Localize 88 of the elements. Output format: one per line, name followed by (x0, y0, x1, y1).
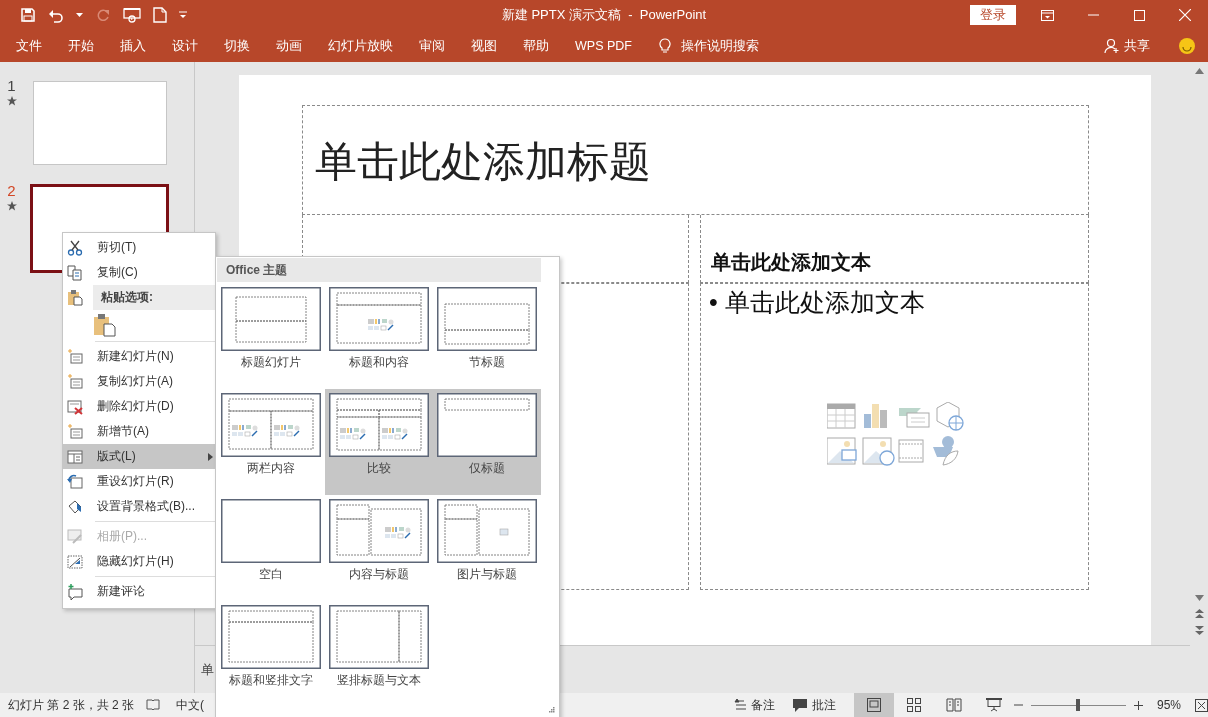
star-icon (6, 96, 17, 106)
normal-view-button[interactable] (853, 693, 894, 717)
lightbulb-icon[interactable] (658, 38, 671, 54)
heading-placeholder-text: 单击此处添加文本 (711, 250, 871, 275)
login-button[interactable]: 登录 (970, 5, 1016, 25)
submenu-arrow-icon (208, 452, 213, 461)
ribbon-tab[interactable]: 审阅 (406, 30, 458, 62)
slideshow-icon[interactable] (123, 7, 141, 23)
fit-to-window-icon[interactable] (1195, 698, 1208, 712)
menu-item[interactable]: 删除幻灯片(D) (63, 394, 219, 419)
normal-view-icon (866, 698, 881, 712)
window-title: 新建 PPTX 演示文稿 - PowerPoint (501, 6, 707, 24)
menu-item[interactable]: 复制(C) (63, 260, 219, 285)
ribbon-tab[interactable]: 视图 (458, 30, 510, 62)
new-document-icon[interactable] (153, 7, 167, 23)
grid-view-icon (906, 698, 921, 712)
layout-option[interactable]: 比较 (325, 389, 433, 495)
spelling-check-icon[interactable] (146, 698, 161, 712)
caret-icon[interactable] (76, 12, 83, 18)
title-placeholder[interactable]: 单击此处添加标题 (302, 105, 1089, 215)
gallery-heading: Office 主题 (217, 258, 541, 282)
save-icon[interactable] (20, 7, 36, 23)
person-add-icon (1104, 38, 1120, 54)
heading-placeholder[interactable]: 单击此处添加文本 (700, 215, 1089, 283)
minimize-icon (1087, 14, 1099, 16)
resize-grip-icon[interactable] (549, 707, 555, 713)
slide-number: 2 (7, 182, 16, 199)
ribbon-tab[interactable]: 帮助 (510, 30, 562, 62)
menu-item[interactable]: 重设幻灯片(R) (63, 469, 219, 494)
bullet-text: • 单击此处添加文本 (709, 288, 925, 316)
notes-button[interactable]: 备注 (733, 696, 775, 714)
ribbon-tab[interactable]: 插入 (107, 30, 159, 62)
title-placeholder-text: 单击此处添加标题 (315, 137, 651, 187)
paste-keep-formatting-icon[interactable] (93, 312, 117, 337)
paste-options-heading: 粘贴选项: (93, 285, 215, 310)
hide-slide-icon (67, 553, 83, 570)
tell-me-search[interactable]: 操作说明搜索 (680, 37, 759, 55)
comments-button[interactable]: 批注 (792, 696, 836, 714)
comment-icon (792, 698, 807, 712)
reset-slide-icon (67, 473, 83, 490)
scroll-down-icon[interactable] (1194, 595, 1204, 601)
notes-icon (733, 699, 746, 711)
star-icon (6, 201, 17, 211)
share-button[interactable]: 共享 (1104, 37, 1150, 55)
maximize-icon (1133, 9, 1145, 21)
layout-icon (67, 448, 83, 465)
section-icon (67, 423, 83, 440)
ribbon-tab[interactable]: 切换 (211, 30, 263, 62)
duplicate-slide-icon (67, 373, 83, 390)
scissors-icon (67, 239, 83, 256)
projector-screen-icon (985, 698, 1002, 712)
ribbon-tab[interactable]: 幻灯片放映 (315, 30, 406, 62)
ribbon-tab[interactable]: 动画 (263, 30, 315, 62)
menu-item[interactable]: 复制幻灯片(A) (63, 369, 219, 394)
smiley-icon[interactable] (1178, 37, 1196, 55)
menu-item[interactable]: 新增节(A) (63, 419, 219, 444)
zoom-percentage[interactable]: 95% (1156, 698, 1181, 712)
layout-option[interactable]: 仅标题 (433, 389, 541, 495)
notes-placeholder[interactable]: 单 (201, 662, 214, 677)
ribbon-tab[interactable]: 文件 (3, 30, 55, 62)
clipboard-icon (67, 289, 83, 306)
comment-icon (67, 583, 83, 600)
previous-slide-icon[interactable] (1194, 609, 1204, 618)
copy-icon (67, 264, 83, 281)
ribbon-tab[interactable]: 开始 (55, 30, 107, 62)
language-text[interactable]: 中文( (176, 696, 205, 714)
book-icon (945, 698, 962, 712)
ribbon-tab[interactable]: 设计 (159, 30, 211, 62)
ribbon-display-options-icon (1040, 9, 1054, 21)
new-slide-icon (67, 348, 83, 365)
delete-slide-icon (67, 398, 83, 415)
menu-item[interactable]: 新建幻灯片(N) (63, 344, 219, 369)
slide-number: 1 (7, 77, 16, 94)
ribbon-tab[interactable]: WPS PDF (562, 30, 645, 62)
content-placeholder[interactable]: • 单击此处添加文本 (700, 283, 1089, 590)
scroll-up-icon[interactable] (1194, 68, 1204, 74)
menu-item[interactable]: 隐藏幻灯片(H) (63, 549, 219, 574)
customize-caret-icon[interactable] (179, 11, 187, 19)
next-slide-icon[interactable] (1194, 626, 1204, 635)
zoom-in-icon[interactable] (1133, 700, 1143, 710)
format-background-icon (67, 498, 83, 515)
zoom-slider-thumb[interactable] (1076, 699, 1081, 711)
menu-item[interactable]: 剪切(T) (63, 235, 219, 260)
slide-count-text: 幻灯片 第 2 张，共 2 张 (8, 696, 135, 714)
close-icon (1179, 9, 1191, 21)
menu-item[interactable]: 设置背景格式(B)... (63, 494, 219, 519)
menu-item[interactable]: 新建评论 (63, 579, 219, 604)
photo-album-icon (67, 528, 83, 545)
